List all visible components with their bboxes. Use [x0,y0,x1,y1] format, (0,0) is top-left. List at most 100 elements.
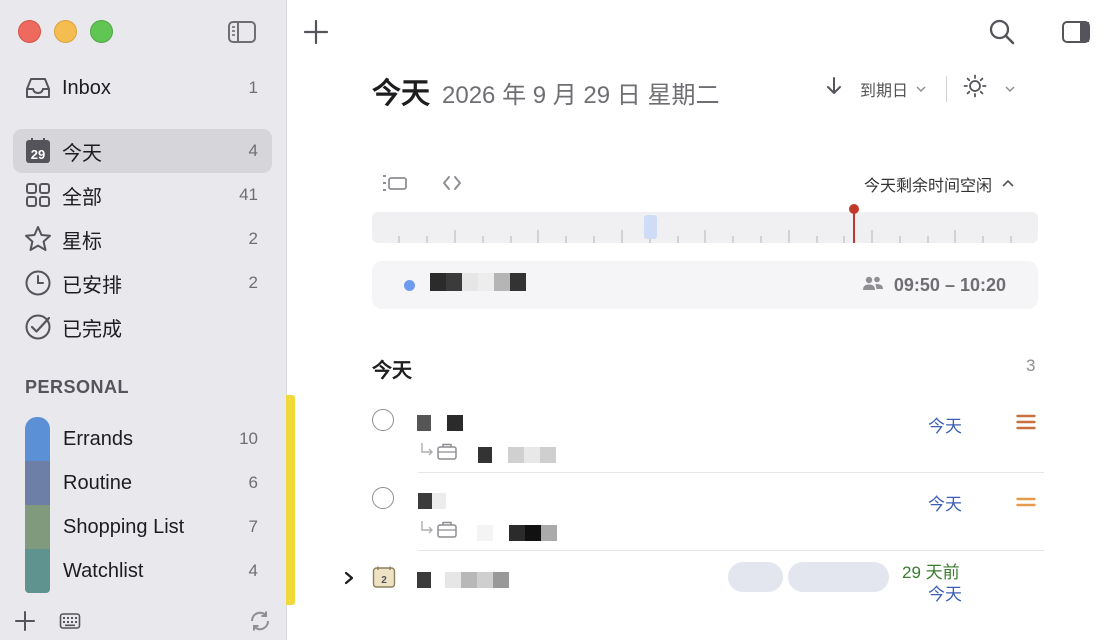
sidebar-item-label: Inbox [62,76,111,99]
chevron-down-icon[interactable] [1005,80,1015,98]
svg-text:29: 29 [31,147,45,162]
list-label: Shopping List [63,515,185,538]
briefcase-icon [436,520,458,543]
priority-medium-icon[interactable] [1016,495,1036,514]
sidebar-item-starred[interactable]: 星标 2 [13,217,272,261]
event-time: 09:50 – 10:20 [893,275,1006,295]
event-title-redacted [430,273,526,291]
tag-pill[interactable] [788,562,889,592]
timeline-ticks [398,212,1012,243]
add-task-button[interactable] [303,19,329,50]
timeline-event-marker [644,215,657,239]
list-color-swatch [25,417,50,461]
list-color-swatch [25,549,50,593]
sidebar-item-count: 4 [248,141,258,160]
subtask-arrow-icon [420,520,434,541]
divider [946,75,948,102]
zoom-window-button[interactable] [90,20,113,43]
list-label: Routine [63,471,132,494]
task-due-label: 今天 [928,417,962,436]
sidebar-item-completed[interactable]: 已完成 [13,305,272,349]
section-header-today: 今天 [372,360,412,382]
sidebar-item-inbox[interactable]: Inbox 1 [13,66,272,110]
briefcase-icon [436,442,458,465]
task-title-redacted [418,493,446,509]
search-icon[interactable] [988,18,1016,51]
sidebar-item-scheduled[interactable]: 已安排 2 [13,261,272,305]
sync-icon[interactable] [248,609,272,638]
sidebar-item-label: 今天 [62,142,102,165]
subtask-arrow-icon [420,442,434,463]
event-calendar-dot [404,280,415,291]
checkmark-circle-icon [24,313,52,341]
task-checkbox[interactable] [372,409,394,431]
subtask-count-icon: 2 [372,565,396,594]
minimize-window-button[interactable] [54,20,77,43]
list-count: 10 [239,429,258,448]
svg-text:2: 2 [381,575,387,586]
add-list-icon[interactable] [14,610,36,637]
sidebar: Inbox 1 29 今天 4 全部 41 星标 2 已安排 2 已完成 PER… [0,0,287,640]
task-subtitle-redacted [477,525,557,541]
sidebar-list-routine[interactable]: Routine 6 [25,461,272,505]
free-time-label: 今天剩余时间空闲 [864,178,993,195]
free-time-toggle[interactable]: 今天剩余时间空闲 [864,172,1014,196]
window-controls [18,20,113,43]
event-time-range: 09:50 – 10:20 [862,275,1006,296]
inspector-toggle-icon[interactable] [1060,18,1092,51]
sort-controls: 到期日 [826,74,1015,103]
day-timeline[interactable] [372,212,1038,243]
list-count: 7 [248,517,258,536]
star-icon [24,225,52,253]
sidebar-item-label: 全部 [62,186,102,209]
sidebar-toggle-icon[interactable] [226,18,258,46]
list-color-swatch [25,505,50,549]
list-count: 6 [248,473,258,492]
keyboard-icon[interactable] [59,611,81,636]
row-separator [418,472,1044,473]
list-label: Watchlist [63,559,144,582]
sidebar-item-label: 已安排 [62,274,122,297]
code-brackets-icon[interactable] [442,172,462,199]
task-row[interactable]: 2 29 天前 今天 [344,558,1044,604]
sidebar-list-errands[interactable]: Errands 10 [25,417,272,461]
sidebar-footer [0,606,286,634]
task-title-redacted [417,415,463,431]
sidebar-item-count: 2 [248,273,258,292]
sidebar-item-all[interactable]: 全部 41 [13,173,272,217]
task-subtitle-redacted [478,447,556,463]
brightness-icon[interactable] [963,74,987,103]
sort-by-dropdown[interactable]: 到期日 [860,77,908,101]
page-date: 2026 年 9 月 29 日 星期二 [442,82,720,109]
list-count: 4 [248,561,258,580]
sidebar-item-today[interactable]: 29 今天 4 [13,129,272,173]
task-checkbox[interactable] [372,487,394,509]
task-row[interactable]: 今天 [372,486,1044,552]
sort-direction-icon[interactable] [826,76,842,101]
priority-high-icon[interactable] [1016,413,1036,436]
sidebar-item-label: 已完成 [62,318,122,341]
row-separator [418,550,1044,551]
clock-icon [24,269,52,297]
list-color-swatch [25,461,50,505]
disclosure-chevron-icon[interactable] [344,571,354,590]
list-label: Errands [63,427,134,450]
sidebar-item-count: 2 [248,229,258,248]
tag-pill[interactable] [728,562,783,592]
sidebar-list-shopping[interactable]: Shopping List 7 [25,505,272,549]
chevron-up-icon [1002,175,1014,193]
inbox-icon [24,74,52,102]
sidebar-item-count: 41 [239,185,258,204]
task-due-label: 今天 [928,585,962,604]
timeline-list-icon[interactable] [382,172,408,199]
task-row[interactable]: 今天 [372,408,1044,474]
close-window-button[interactable] [18,20,41,43]
page-header: 今天 2026 年 9 月 29 日 星期二 [372,70,719,112]
now-indicator-dot [849,204,859,214]
calendar-today-icon: 29 [24,137,52,165]
people-icon [862,275,884,296]
sidebar-item-count: 1 [248,78,258,97]
calendar-event-card[interactable]: 09:50 – 10:20 [372,261,1038,309]
sidebar-list-watchlist[interactable]: Watchlist 4 [25,549,272,593]
section-title-personal: PERSONAL [25,377,130,397]
